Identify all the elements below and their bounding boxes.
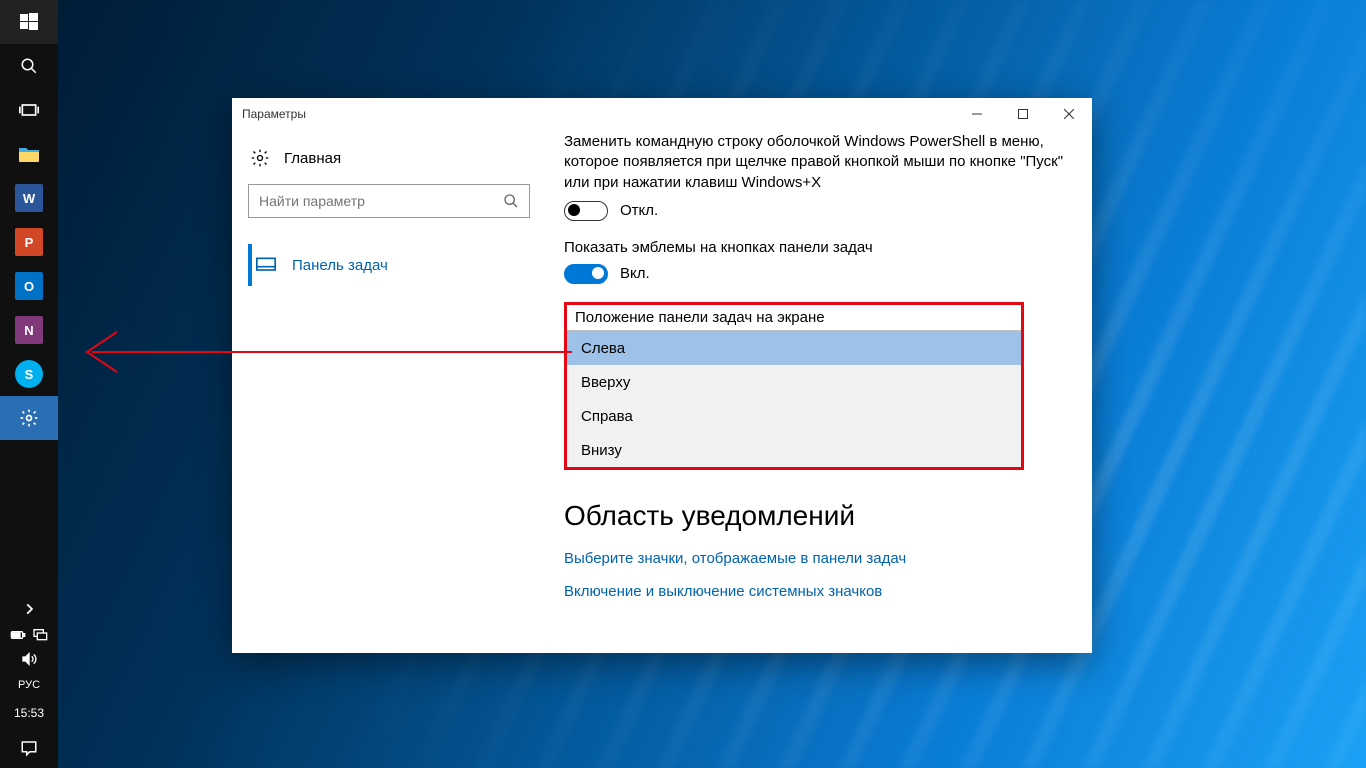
close-button[interactable] bbox=[1046, 98, 1092, 130]
gear-icon bbox=[19, 408, 39, 428]
settings-content: Заменить командную строку оболочкой Wind… bbox=[552, 130, 1092, 653]
taskbar-icon bbox=[256, 257, 276, 273]
settings-nav-pane: Главная Панель задач bbox=[232, 130, 552, 653]
setting-badges-desc: Показать эмблемы на кнопках панели задач bbox=[564, 239, 1064, 256]
start-button[interactable] bbox=[0, 0, 58, 44]
position-option-right[interactable]: Справа bbox=[567, 399, 1021, 433]
nav-home[interactable]: Главная bbox=[248, 140, 530, 184]
action-center-icon bbox=[20, 739, 38, 757]
tray-row-1 bbox=[0, 624, 58, 646]
onenote-icon: N bbox=[15, 316, 43, 344]
toggle-powershell-state: Откл. bbox=[620, 202, 658, 219]
taskbar-app-settings[interactable] bbox=[0, 396, 58, 440]
toggle-badges-state: Вкл. bbox=[620, 265, 650, 282]
toggle-powershell[interactable] bbox=[564, 201, 608, 221]
maximize-icon bbox=[1018, 109, 1028, 119]
settings-window: Параметры Главная bbox=[232, 98, 1092, 653]
taskbar-position-label: Положение панели задач на экране bbox=[567, 305, 1021, 331]
volume-icon[interactable] bbox=[21, 651, 37, 667]
task-view-button[interactable] bbox=[0, 88, 58, 132]
taskbar-app-outlook[interactable]: O bbox=[0, 264, 58, 308]
link-select-icons[interactable]: Выберите значки, отображаемые в панели з… bbox=[564, 550, 1064, 567]
taskbar: W P O N S РУС bbox=[0, 0, 58, 768]
word-icon: W bbox=[15, 184, 43, 212]
minimize-icon bbox=[972, 109, 982, 119]
powerpoint-icon: P bbox=[15, 228, 43, 256]
taskbar-position-group: Положение панели задач на экране Слева В… bbox=[564, 302, 1024, 470]
action-center-button[interactable] bbox=[0, 728, 58, 768]
taskbar-app-powerpoint[interactable]: P bbox=[0, 220, 58, 264]
maximize-button[interactable] bbox=[1000, 98, 1046, 130]
search-icon bbox=[20, 57, 38, 75]
windows-logo-icon bbox=[20, 13, 38, 31]
language-indicator[interactable]: РУС bbox=[18, 672, 40, 698]
taskbar-app-onenote[interactable]: N bbox=[0, 308, 58, 352]
taskbar-app-skype[interactable]: S bbox=[0, 352, 58, 396]
outlook-icon: O bbox=[15, 272, 43, 300]
tray-row-2 bbox=[0, 648, 58, 670]
battery-icon[interactable] bbox=[10, 627, 26, 643]
search-icon bbox=[503, 193, 519, 209]
clock[interactable]: 15:53 bbox=[14, 698, 44, 728]
folder-icon bbox=[18, 145, 40, 163]
tray-overflow[interactable] bbox=[0, 594, 58, 624]
settings-search[interactable] bbox=[248, 184, 530, 218]
link-system-icons[interactable]: Включение и выключение системных значков bbox=[564, 583, 1064, 600]
close-icon bbox=[1064, 109, 1074, 119]
gear-icon bbox=[250, 148, 270, 168]
taskbar-app-explorer[interactable] bbox=[0, 132, 58, 176]
search-input[interactable] bbox=[259, 193, 503, 209]
search-button[interactable] bbox=[0, 44, 58, 88]
position-option-bottom[interactable]: Внизу bbox=[567, 433, 1021, 467]
network-icon[interactable] bbox=[32, 627, 48, 643]
setting-powershell-desc: Заменить командную строку оболочкой Wind… bbox=[564, 132, 1064, 193]
taskbar-position-dropdown[interactable]: Слева Вверху Справа Внизу bbox=[567, 331, 1021, 467]
nav-item-taskbar[interactable]: Панель задач bbox=[248, 244, 530, 286]
chevron-right-icon bbox=[22, 602, 36, 616]
task-view-icon bbox=[19, 102, 39, 118]
skype-icon: S bbox=[15, 360, 43, 388]
position-option-top[interactable]: Вверху bbox=[567, 365, 1021, 399]
section-notification-area: Область уведомлений bbox=[564, 500, 1064, 532]
minimize-button[interactable] bbox=[954, 98, 1000, 130]
toggle-badges[interactable] bbox=[564, 264, 608, 284]
position-option-left[interactable]: Слева bbox=[567, 331, 1021, 365]
titlebar[interactable]: Параметры bbox=[232, 98, 1092, 130]
nav-home-label: Главная bbox=[284, 150, 341, 167]
nav-item-taskbar-label: Панель задач bbox=[292, 257, 388, 274]
taskbar-app-word[interactable]: W bbox=[0, 176, 58, 220]
window-title: Параметры bbox=[242, 107, 306, 121]
